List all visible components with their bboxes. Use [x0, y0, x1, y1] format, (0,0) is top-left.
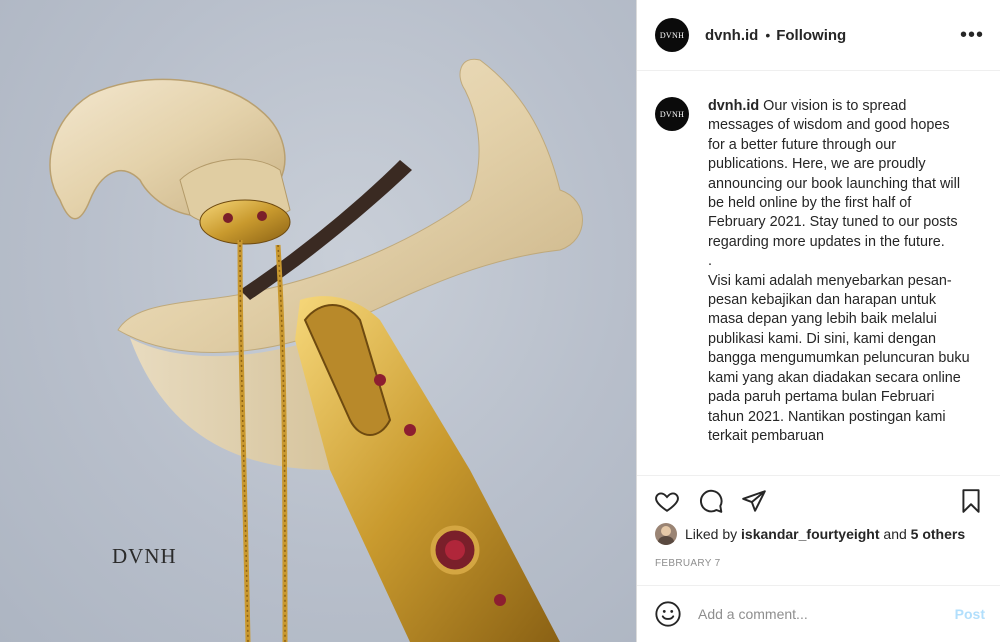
comment-icon[interactable] — [698, 488, 724, 514]
post-comment-button[interactable]: Post — [955, 606, 985, 622]
bookmark-icon[interactable] — [958, 488, 984, 514]
likes-middle: and — [879, 526, 911, 542]
caption-username-link[interactable]: dvnh.id — [708, 98, 759, 114]
likes-prefix: Liked by — [685, 526, 742, 542]
caption-section: DVNH dvnh.id Our vision is to spread mes… — [637, 71, 1000, 475]
post-header: DVNH dvnh.id • Following ••• — [637, 0, 1000, 71]
comment-input[interactable] — [698, 606, 955, 622]
more-options-icon[interactable]: ••• — [960, 25, 984, 45]
others-link[interactable]: 5 others — [911, 526, 965, 542]
brand-watermark: DVNH — [112, 544, 177, 568]
caption-body: Our vision is to spread messages of wisd… — [708, 98, 970, 444]
post-date[interactable]: FEBRUARY 7 — [655, 558, 720, 569]
send-icon[interactable] — [741, 488, 767, 514]
liker-avatar[interactable] — [655, 523, 677, 545]
caption-avatar[interactable]: DVNH — [655, 97, 689, 131]
kris-dagger-illustration — [49, 58, 583, 642]
action-bar — [637, 475, 1000, 525]
likes-summary: Liked by iskandar_fourtyeight and 5 othe… — [655, 523, 965, 545]
avatar[interactable]: DVNH — [655, 18, 689, 52]
smiley-icon[interactable] — [654, 600, 682, 628]
heart-icon[interactable] — [654, 488, 680, 514]
caption-text: dvnh.id Our vision is to spread messages… — [708, 97, 970, 475]
following-button[interactable]: Following — [776, 27, 846, 44]
post-image[interactable]: DVNH — [0, 0, 636, 642]
comment-form: Post — [637, 585, 1000, 642]
liker-username-link[interactable]: iskandar_fourtyeight — [741, 526, 879, 542]
post-sidebar: DVNH dvnh.id • Following ••• DVNH dvnh.i… — [636, 0, 1000, 642]
username-link[interactable]: dvnh.id — [705, 27, 758, 44]
separator-dot: • — [765, 27, 771, 43]
